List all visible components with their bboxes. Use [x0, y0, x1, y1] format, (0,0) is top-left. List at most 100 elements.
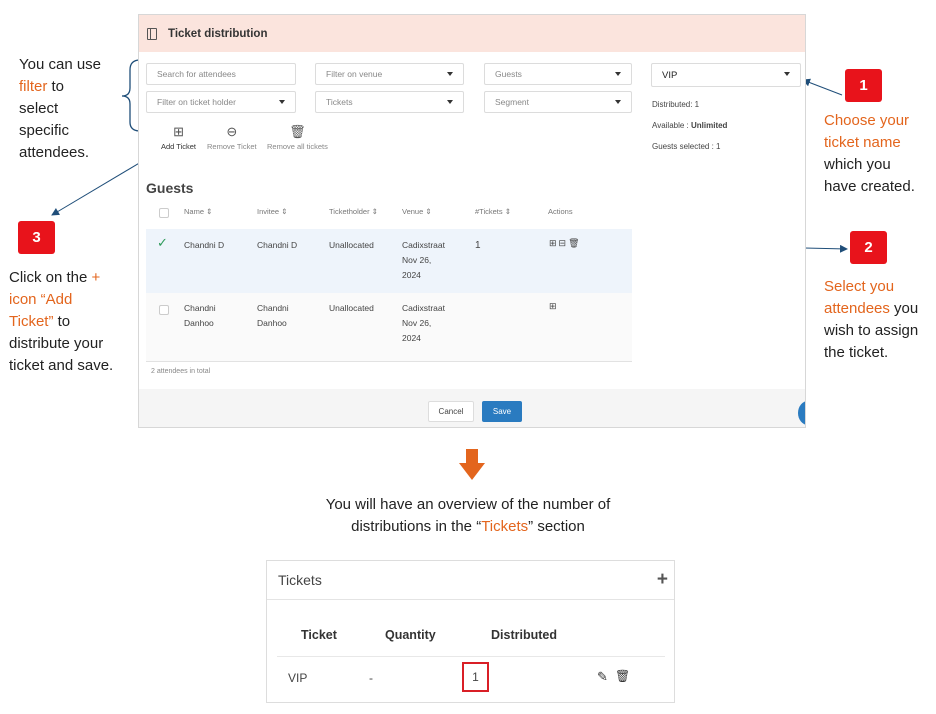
check-icon[interactable]: ✓	[157, 235, 168, 251]
callout-filter-line1: You can use	[19, 56, 102, 73]
pencil-icon[interactable]: ✎	[597, 669, 608, 685]
row-checkbox[interactable]	[159, 305, 169, 315]
table-row[interactable]: Chandni Danhoo Chandni Danhoo Unallocated …	[146, 293, 632, 361]
search-attendees-input[interactable]: Search for attendees	[146, 63, 296, 85]
callout-step1-line2: ticket name	[824, 134, 901, 151]
chevron-down-icon	[447, 72, 453, 76]
col-venue[interactable]: Venue ⇕	[402, 207, 432, 216]
col-quantity: Quantity	[385, 628, 436, 642]
col-ticketholder[interactable]: Ticketholder ⇕	[329, 207, 378, 216]
callout-step2: Select you attendees you wish to assign …	[824, 276, 918, 364]
trash-icon: 🗑	[289, 124, 306, 139]
sort-icon: ⇕	[371, 207, 378, 216]
venue-filter-select[interactable]: Filter on venue	[315, 63, 464, 85]
chevron-down-icon	[615, 100, 621, 104]
modal-header: Ticket distribution	[139, 15, 805, 52]
callout-filter-line2: filter to	[19, 78, 65, 95]
row-actions: ⊞⊟🗑	[549, 238, 582, 249]
callout-step3-line2: icon “Add	[9, 291, 73, 308]
help-bubble[interactable]	[798, 401, 805, 425]
plus-square-icon: ⊞	[173, 124, 184, 139]
callout-step3-line4: distribute your	[9, 335, 104, 352]
callout-filter-line3: select	[19, 100, 59, 117]
save-button[interactable]: Save	[482, 401, 522, 422]
overview-text: You will have an overview of the number …	[0, 494, 936, 538]
callout-step1-line1: Choose your	[824, 112, 910, 129]
overview-line1: You will have an overview of the number …	[325, 496, 611, 513]
step3-badge: 3	[18, 221, 55, 254]
available-stat: Available : Unlimited	[652, 121, 728, 130]
cell-ticketholder: Unallocated	[329, 303, 374, 313]
guests-title: Guests	[146, 180, 194, 196]
row-actions: ⊞	[549, 301, 559, 312]
sort-icon: ⇕	[206, 207, 213, 216]
overview-line2: distributions in the “Tickets” section	[351, 518, 585, 535]
table-row[interactable]: ✓ Chandni D Chandni D Unallocated Cadixs…	[146, 229, 632, 293]
distributed-stat: Distributed: 1	[652, 100, 700, 109]
callout-step2-line2: attendees you	[824, 300, 919, 317]
chevron-down-icon	[784, 72, 790, 76]
select-all-checkbox[interactable]	[159, 208, 169, 218]
col-ticket: Ticket	[301, 628, 337, 642]
down-arrow-shaft	[466, 449, 478, 464]
callout-step1-line3: which you	[824, 156, 891, 173]
chevron-down-icon	[279, 100, 285, 104]
sort-icon: ⇕	[504, 207, 512, 216]
tickets-filter-select[interactable]: Tickets	[315, 91, 464, 113]
callout-filter-line5: attendees.	[19, 144, 90, 161]
callout-step3-line1: Click on the +	[9, 269, 101, 286]
guests-filter-select[interactable]: Guests	[484, 63, 632, 85]
callout-step3-line5: ticket and save.	[9, 357, 114, 374]
cell-venue: Cadixstraat Nov 26, 2024	[402, 240, 445, 280]
callout-step3: Click on the + icon “Add Ticket” to dist…	[9, 267, 113, 377]
cell-invitee: Chandni D	[257, 240, 298, 250]
callout-filter: You can use filter to select specific at…	[19, 54, 101, 164]
down-arrow-head	[459, 463, 485, 480]
callout-step2-line4: the ticket.	[824, 344, 889, 361]
sort-icon: ⇕	[281, 207, 288, 216]
ticket-distribution-modal: Ticket distribution Search for attendees…	[138, 14, 806, 428]
cell-quantity: -	[369, 671, 373, 685]
col-actions: Actions	[548, 207, 573, 216]
callout-filter-line4: specific	[19, 122, 70, 139]
book-icon	[147, 27, 157, 40]
ticket-holder-filter-select[interactable]: Filter on ticket holder	[146, 91, 296, 113]
minus-circle-icon: ⊖	[226, 124, 238, 139]
callout-step3-line3: Ticket” to	[9, 313, 71, 330]
tickets-panel-title: Tickets	[278, 572, 322, 588]
cell-venue: Cadixstraat Nov 26, 2024	[402, 303, 445, 343]
modal-footer: Cancel Save	[139, 389, 805, 427]
divider	[277, 656, 665, 657]
callout-step2-line1: Select you	[824, 278, 895, 295]
col-distributed: Distributed	[491, 628, 557, 642]
chevron-down-icon	[447, 100, 453, 104]
cell-name: Chandni D	[184, 240, 225, 250]
plus-square-icon[interactable]: ⊞	[549, 301, 559, 311]
add-ticket-button[interactable]: ⊞ Add Ticket	[161, 124, 196, 152]
col-tickets[interactable]: #Tickets ⇕	[475, 207, 511, 216]
tickets-panel-header: Tickets +	[267, 561, 674, 600]
cell-tickets: 1	[475, 240, 481, 251]
segment-filter-select[interactable]: Segment	[484, 91, 632, 113]
remove-ticket-button[interactable]: ⊖ Remove Ticket	[207, 124, 257, 152]
col-name[interactable]: Name ⇕	[184, 207, 212, 216]
cell-ticket: VIP	[288, 671, 308, 685]
attendee-count: 2 attendees in total	[151, 368, 211, 375]
cancel-button[interactable]: Cancel	[428, 401, 474, 422]
guests-selected-stat: Guests selected : 1	[652, 142, 721, 151]
trash-icon[interactable]: 🗑	[615, 669, 630, 683]
step2-badge: 2	[850, 231, 887, 264]
ticket-select[interactable]: VIP	[651, 63, 801, 87]
col-invitee[interactable]: Invitee ⇕	[257, 207, 288, 216]
minus-square-icon[interactable]: ⊟	[559, 238, 569, 248]
modal-title: Ticket distribution	[168, 27, 268, 40]
sort-icon: ⇕	[425, 207, 432, 216]
cell-name: Chandni Danhoo	[184, 303, 216, 328]
chevron-down-icon	[615, 72, 621, 76]
remove-all-tickets-button[interactable]: 🗑 Remove all tickets	[267, 124, 328, 152]
trash-icon[interactable]: 🗑	[568, 238, 581, 248]
add-icon[interactable]: +	[657, 569, 668, 591]
plus-square-icon[interactable]: ⊞	[549, 238, 559, 248]
tickets-panel: Tickets + Ticket Quantity Distributed VI…	[266, 560, 675, 703]
cell-invitee: Chandni Danhoo	[257, 303, 289, 328]
